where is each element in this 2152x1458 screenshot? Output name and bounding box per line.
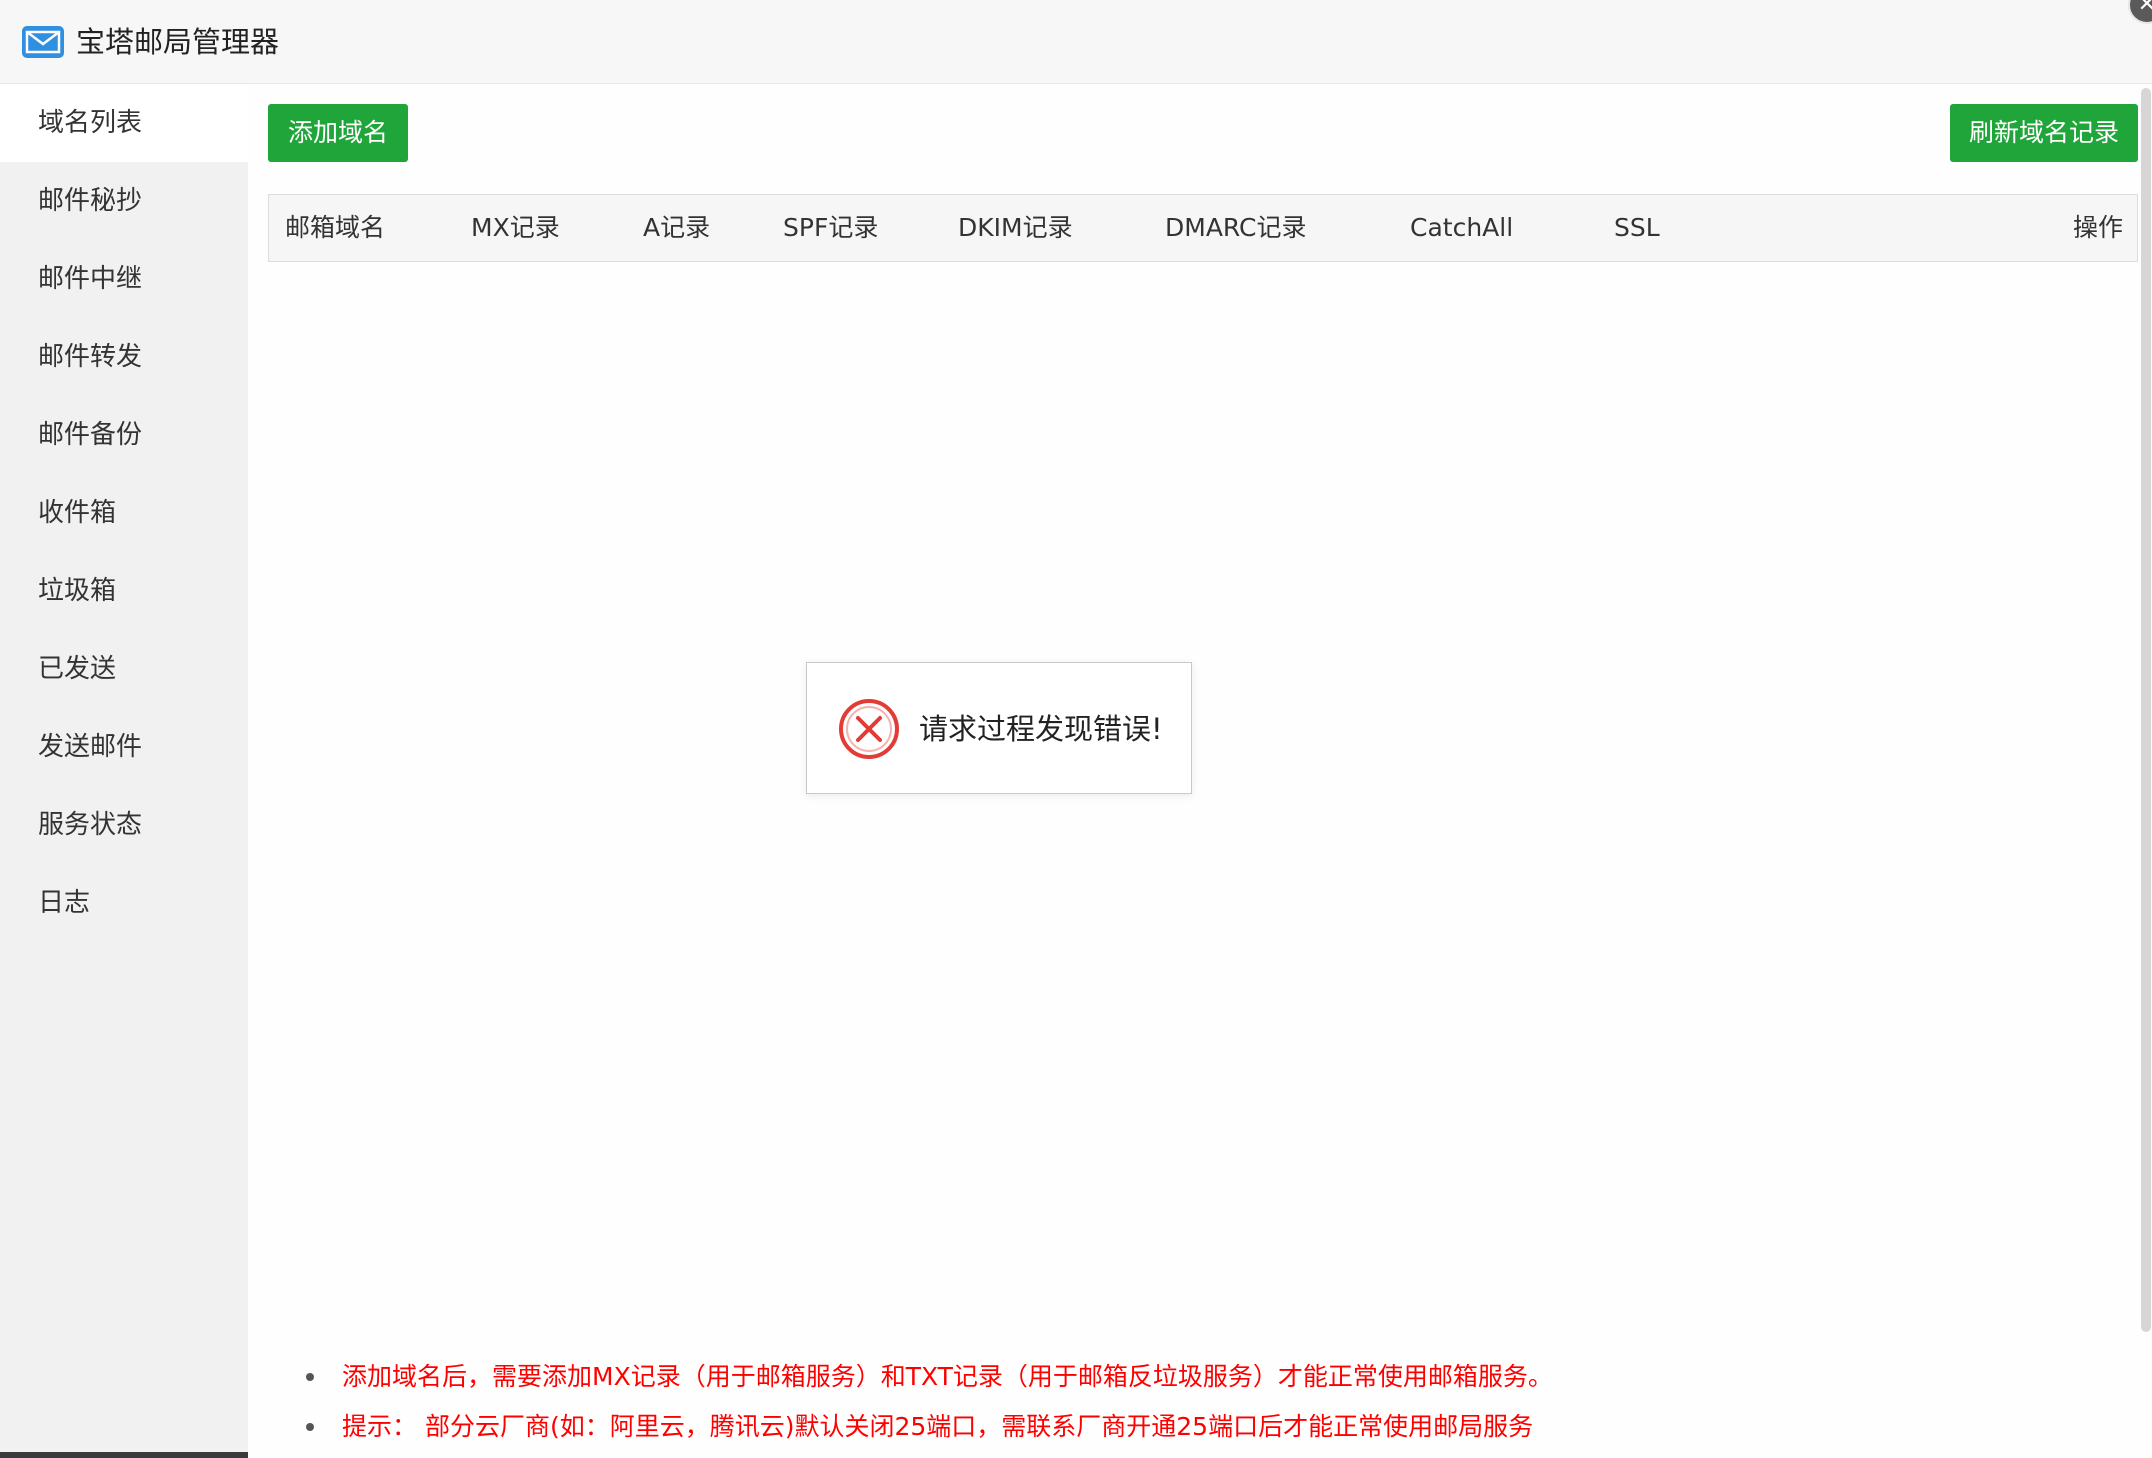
list-item: 提示： 部分云厂商(如：阿里云，腾讯云)默认关闭25端口，需联系厂商开通25端口… [300,1402,1900,1452]
sidebar-item-logs[interactable]: 日志 [0,864,248,942]
close-button[interactable]: ✕ [2128,0,2152,24]
add-domain-button[interactable]: 添加域名 [268,104,408,162]
sidebar-item-inbox[interactable]: 收件箱 [0,474,248,552]
vertical-scrollbar[interactable] [2141,88,2151,1332]
bullet-icon [306,1373,314,1381]
column-header-a[interactable]: A记录 [643,195,710,261]
mail-envelope-icon [22,26,64,58]
column-header-actions[interactable]: 操作 [2073,195,2123,261]
title-bar: 宝塔邮局管理器 ✕ [0,0,2152,84]
note-text: 添加域名后，需要添加MX记录（用于邮箱服务）和TXT记录（用于邮箱反垃圾服务）才… [342,1362,1553,1391]
sidebar-item-service-status[interactable]: 服务状态 [0,786,248,864]
error-toast: 请求过程发现错误! [806,662,1192,794]
error-message: 请求过程发现错误! [919,712,1163,746]
sidebar-item-sent[interactable]: 已发送 [0,630,248,708]
column-header-domain[interactable]: 邮箱域名 [285,195,385,261]
notes-list: 添加域名后，需要添加MX记录（用于邮箱服务）和TXT记录（用于邮箱反垃圾服务）才… [300,1352,1900,1452]
sidebar-item-mail-bcc[interactable]: 邮件秘抄 [0,162,248,240]
domain-table-header: 邮箱域名 MX记录 A记录 SPF记录 DKIM记录 DMARC记录 Catch… [268,194,2138,262]
app-title: 宝塔邮局管理器 [76,25,280,59]
sidebar-item-mail-forward[interactable]: 邮件转发 [0,318,248,396]
sidebar-item-mail-relay[interactable]: 邮件中继 [0,240,248,318]
list-item: 添加域名后，需要添加MX记录（用于邮箱服务）和TXT记录（用于邮箱反垃圾服务）才… [300,1352,1900,1402]
sidebar-item-domain-list[interactable]: 域名列表 [0,84,248,162]
column-header-ssl[interactable]: SSL [1614,195,1660,261]
column-header-spf[interactable]: SPF记录 [783,195,878,261]
sidebar-item-send-mail[interactable]: 发送邮件 [0,708,248,786]
column-header-mx[interactable]: MX记录 [471,195,560,261]
error-circle-x-icon [837,697,901,761]
column-header-catchall[interactable]: CatchAll [1410,195,1513,261]
main-panel: 添加域名 刷新域名记录 邮箱域名 MX记录 A记录 SPF记录 DKIM记录 D… [248,84,2152,1458]
bottom-edge-bar [0,1452,248,1458]
sidebar-item-mail-backup[interactable]: 邮件备份 [0,396,248,474]
column-header-dkim[interactable]: DKIM记录 [958,195,1073,261]
bullet-icon [306,1423,314,1431]
sidebar: 域名列表 邮件秘抄 邮件中继 邮件转发 邮件备份 收件箱 垃圾箱 已发送 发送邮… [0,84,248,1458]
column-header-dmarc[interactable]: DMARC记录 [1165,195,1307,261]
note-text: 提示： 部分云厂商(如：阿里云，腾讯云)默认关闭25端口，需联系厂商开通25端口… [342,1412,1534,1441]
refresh-domain-records-button[interactable]: 刷新域名记录 [1950,104,2138,162]
sidebar-item-spam[interactable]: 垃圾箱 [0,552,248,630]
